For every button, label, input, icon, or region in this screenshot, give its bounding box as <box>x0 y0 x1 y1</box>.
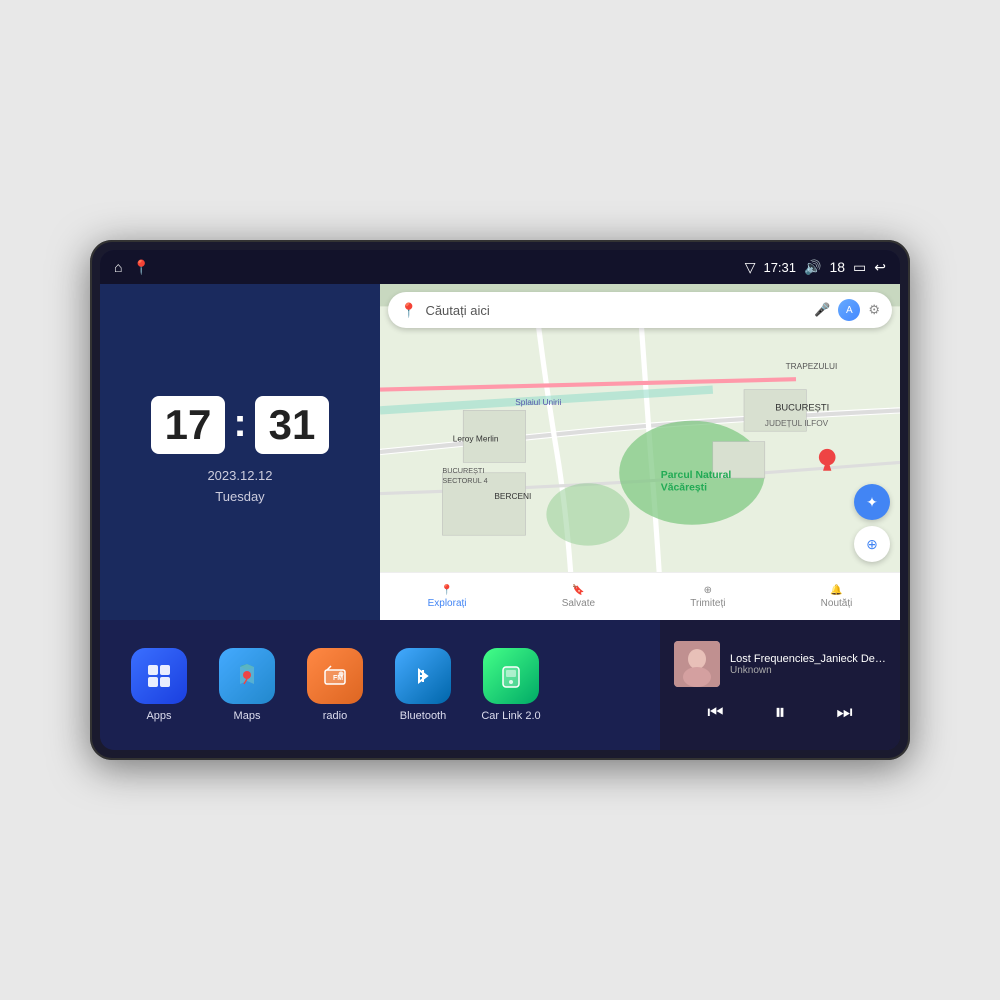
svg-text:BERCENI: BERCENI <box>494 491 531 501</box>
music-artist: Unknown <box>730 665 886 676</box>
status-right: ▽ 17:31 🔊 18 ▭ ↩ <box>745 259 886 276</box>
back-icon[interactable]: ↩ <box>874 259 886 276</box>
bluetooth-icon-wrap <box>395 648 451 704</box>
maps-label: Maps <box>234 710 261 722</box>
news-icon: 🔔 <box>830 585 842 596</box>
home-icon[interactable]: ⌂ <box>114 259 122 275</box>
music-play-button[interactable]: ⏸ <box>766 695 793 729</box>
music-prev-button[interactable]: ⏮ <box>699 698 731 727</box>
svg-text:BUCUREȘTI: BUCUREȘTI <box>442 466 484 475</box>
svg-text:Leroy Merlin: Leroy Merlin <box>453 434 499 444</box>
map-panel[interactable]: Parcul Natural Văcărești BUCUREȘTI JUDEȚ… <box>380 284 900 620</box>
map-nav-saved[interactable]: 🔖 Salvate <box>562 585 595 609</box>
carlink-label: Car Link 2.0 <box>481 710 540 722</box>
clock-panel: 17 : 31 2023.12.12 Tuesday <box>100 284 380 620</box>
bottom-section: Apps Maps <box>100 620 900 750</box>
apps-row: Apps Maps <box>100 620 660 750</box>
music-top: Lost Frequencies_Janieck Devy-... Unknow… <box>674 641 886 687</box>
status-left: ⌂ 📍 <box>114 259 150 276</box>
screen: ⌂ 📍 ▽ 17:31 🔊 18 ▭ ↩ 17 : <box>100 250 900 750</box>
status-time: 17:31 <box>763 260 796 275</box>
carlink-icon <box>483 648 539 704</box>
svg-text:JUDEȚUL ILFOV: JUDEȚUL ILFOV <box>765 418 829 428</box>
send-icon: ⊕ <box>704 585 712 596</box>
map-nav-news[interactable]: 🔔 Noutăți <box>821 585 853 609</box>
clock-date: 2023.12.12 Tuesday <box>207 466 272 508</box>
clock-minutes: 31 <box>255 396 330 454</box>
map-nav-send[interactable]: ⊕ Trimiteți <box>690 585 725 609</box>
app-item-maps[interactable]: Maps <box>208 648 286 722</box>
map-nav-explore[interactable]: 📍 Explorați <box>428 585 467 609</box>
svg-text:TRAPEZULUI: TRAPEZULUI <box>786 361 838 371</box>
app-item-bluetooth[interactable]: Bluetooth <box>384 648 462 722</box>
explore-icon: 📍 <box>441 585 453 596</box>
radio-label: radio <box>323 710 347 722</box>
app-item-radio[interactable]: FM radio <box>296 648 374 722</box>
svg-text:SECTORUL 4: SECTORUL 4 <box>442 476 487 485</box>
maps-icon <box>219 648 275 704</box>
battery-icon: ▭ <box>853 259 866 276</box>
bluetooth-label: Bluetooth <box>400 710 446 722</box>
app-item-carlink[interactable]: Car Link 2.0 <box>472 648 550 722</box>
map-search-bar[interactable]: 📍 Căutați aici 🎤 A ⚙ <box>388 292 892 328</box>
apps-label: Apps <box>146 710 171 722</box>
apps-icon <box>131 648 187 704</box>
clock-hours: 17 <box>151 396 226 454</box>
car-headunit: ⌂ 📍 ▽ 17:31 🔊 18 ▭ ↩ 17 : <box>90 240 910 760</box>
maps-status-icon[interactable]: 📍 <box>132 259 149 276</box>
music-info: Lost Frequencies_Janieck Devy-... Unknow… <box>730 653 886 676</box>
app-item-apps[interactable]: Apps <box>120 648 198 722</box>
signal-icon: ▽ <box>745 259 756 276</box>
svg-text:Parcul Natural: Parcul Natural <box>661 470 732 481</box>
map-bottom-bar: 📍 Explorați 🔖 Salvate ⊕ Trimiteți 🔔 <box>380 572 900 620</box>
music-thumbnail <box>674 641 720 687</box>
map-settings-icon[interactable]: ⚙ <box>868 302 880 318</box>
music-player: Lost Frequencies_Janieck Devy-... Unknow… <box>660 620 900 750</box>
map-pin-icon: 📍 <box>400 302 417 319</box>
map-voice-icon[interactable]: 🎤 <box>814 302 830 318</box>
svg-text:BUCUREȘTI: BUCUREȘTI <box>775 402 829 412</box>
clock-colon: : <box>233 401 246 446</box>
music-title: Lost Frequencies_Janieck Devy-... <box>730 653 886 665</box>
radio-icon: FM <box>307 648 363 704</box>
map-compass-button[interactable]: ⊕ <box>854 526 890 562</box>
map-search-text[interactable]: Căutați aici <box>425 303 806 318</box>
main-area: 17 : 31 2023.12.12 Tuesday <box>100 284 900 750</box>
status-bar: ⌂ 📍 ▽ 17:31 🔊 18 ▭ ↩ <box>100 250 900 284</box>
music-controls: ⏮ ⏸ ⏭ <box>674 695 886 729</box>
clock-display: 17 : 31 <box>151 396 330 454</box>
music-next-button[interactable]: ⏭ <box>828 698 860 727</box>
map-avatar[interactable]: A <box>838 299 860 321</box>
top-section: 17 : 31 2023.12.12 Tuesday <box>100 284 900 620</box>
battery-level: 18 <box>829 259 845 275</box>
map-svg: Parcul Natural Văcărești BUCUREȘTI JUDEȚ… <box>380 284 900 620</box>
map-location-button[interactable]: ✦ <box>854 484 890 520</box>
svg-text:Splaiul Unirii: Splaiul Unirii <box>515 397 561 407</box>
volume-icon[interactable]: 🔊 <box>804 259 821 276</box>
saved-icon: 🔖 <box>572 585 584 596</box>
svg-text:Văcărești: Văcărești <box>661 482 707 493</box>
